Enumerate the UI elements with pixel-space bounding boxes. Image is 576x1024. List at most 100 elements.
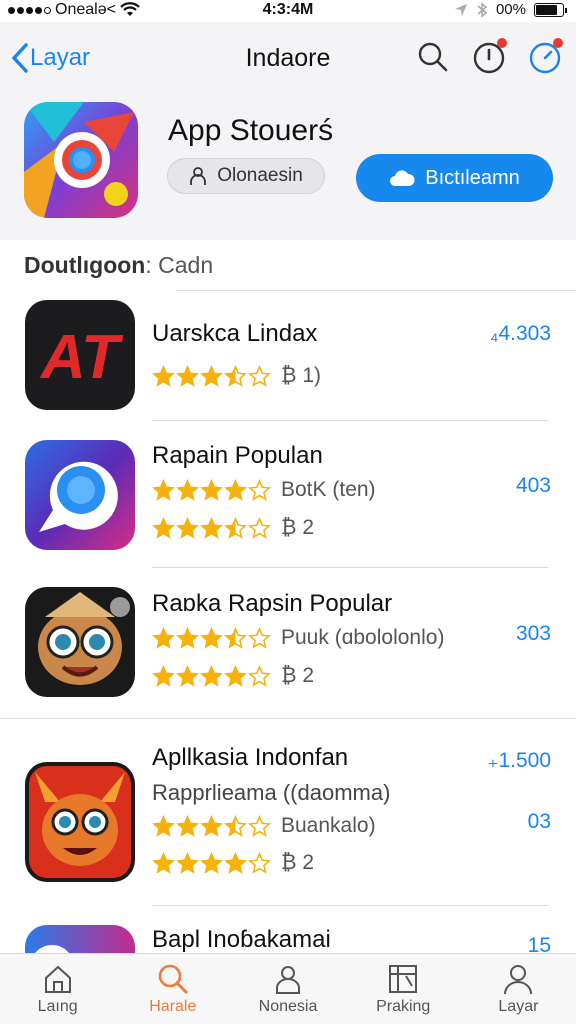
updates-button[interactable] [472,38,507,74]
user-icon [276,966,300,994]
star-icon [248,516,271,539]
star-icon [200,814,223,837]
star-icon [176,814,199,837]
star-icon [200,626,223,649]
star-icon [152,516,175,539]
app-name[interactable]: Raɒka Rapsin Popular [152,590,392,618]
divider [152,567,548,568]
star-icon [176,478,199,501]
star-icon [248,478,271,501]
bluetooth-icon [477,1,488,18]
tab-home[interactable]: Laıng [0,954,115,1024]
section-title-rest: : Cadn [145,252,214,278]
app-icon-2[interactable] [25,440,135,550]
rating-row: Puuk (ɑbololonlo) [152,626,444,650]
app-name[interactable]: Bapl Inoɓakamai [152,926,331,954]
star-icon [176,364,199,387]
star-icon [176,664,199,687]
star-rating [152,814,271,838]
section-title: Doutlıgoon: Cadn [24,252,213,279]
star-icon [152,664,175,687]
star-icon [224,626,247,649]
rating-row: ₿ 2 [152,516,314,540]
rating-label: Buankalo) [281,814,376,837]
divider [0,718,576,719]
price-button[interactable]: 303 [516,622,551,646]
app-subtitle: Rapprlieama ((daomma) [152,780,391,805]
rating-row: ₿ 2 [152,664,314,688]
rating-label: ₿ 1) [281,364,322,387]
primary-button[interactable]: Bıctıleamn [356,154,553,202]
rating-row: Buankalo) [152,814,376,838]
star-rating [152,626,271,650]
star-icon [248,664,271,687]
app-icon-4[interactable] [25,762,135,882]
rating-label: ₿ 2 [281,516,315,539]
app-header: Layar Indaore App Stouerś Olonaesin Bıct… [0,22,576,240]
rating-label: ₿ 2 [281,851,315,874]
rating-row: ₿ 1) [152,364,321,388]
tab-label: Laıng [37,998,78,1015]
star-icon [152,814,175,837]
app-icon-1[interactable]: AT [25,300,135,410]
tab-charts[interactable]: Praking [346,954,461,1024]
star-icon [224,814,247,837]
rating-label: ₿ 2 [281,664,315,687]
app-name[interactable]: Apllkasia Indonfan [152,744,348,772]
svg-text:AT: AT [39,323,124,392]
user-icon [190,167,207,185]
star-icon [224,851,247,874]
location-icon [454,3,467,16]
search-button[interactable] [416,40,450,74]
price-secondary[interactable]: 03 [528,810,551,834]
secondary-button-label: Olonaesin [217,165,303,186]
price-button[interactable]: 403 [516,474,551,498]
tab-label: Praking [376,998,431,1015]
divider [176,290,576,291]
search-icon [418,42,448,72]
tab-account[interactable]: Nonesia [230,954,345,1024]
charts-icon [389,965,418,993]
star-icon [224,364,247,387]
star-rating [152,851,271,875]
battery-icon [534,2,567,17]
star-rating [152,664,271,688]
price-button[interactable]: ₄4.303 [490,322,551,346]
tab-label: Layar [498,998,539,1015]
star-icon [224,516,247,539]
price-button[interactable]: ₊1.500 [487,748,551,773]
app-store-logo [24,102,138,218]
star-icon [248,364,271,387]
store-title: App Stouerś [168,114,334,147]
star-rating [152,516,271,540]
status-bar: Onealə< 4:3:4M 00% [0,0,576,22]
rating-label: Puuk (ɑbololonlo) [281,626,445,649]
star-icon [224,664,247,687]
star-icon [200,516,223,539]
rating-row: BotK (ten) [152,478,376,502]
cloud-icon [390,170,415,186]
secondary-button[interactable]: Olonaesin [167,158,325,194]
timer-button[interactable] [528,38,563,74]
star-icon [200,664,223,687]
app-name[interactable]: Uarskca Lindax [152,320,317,348]
app-icon-3[interactable] [25,587,135,697]
divider [152,905,548,906]
person-icon [504,965,533,995]
star-icon [152,364,175,387]
app-icon-5[interactable] [25,925,135,953]
tab-profile[interactable]: Layar [461,954,576,1024]
star-icon [152,626,175,649]
notification-badge [553,38,563,48]
star-rating [152,478,271,502]
battery-percent: 00% [495,1,526,18]
star-icon [176,851,199,874]
star-icon [224,478,247,501]
star-icon [200,851,223,874]
star-icon [248,814,271,837]
tab-search[interactable]: Harale [115,954,230,1024]
star-icon [176,516,199,539]
star-icon [248,851,271,874]
notification-badge [497,38,507,48]
app-name[interactable]: Rapain Populan [152,442,323,470]
